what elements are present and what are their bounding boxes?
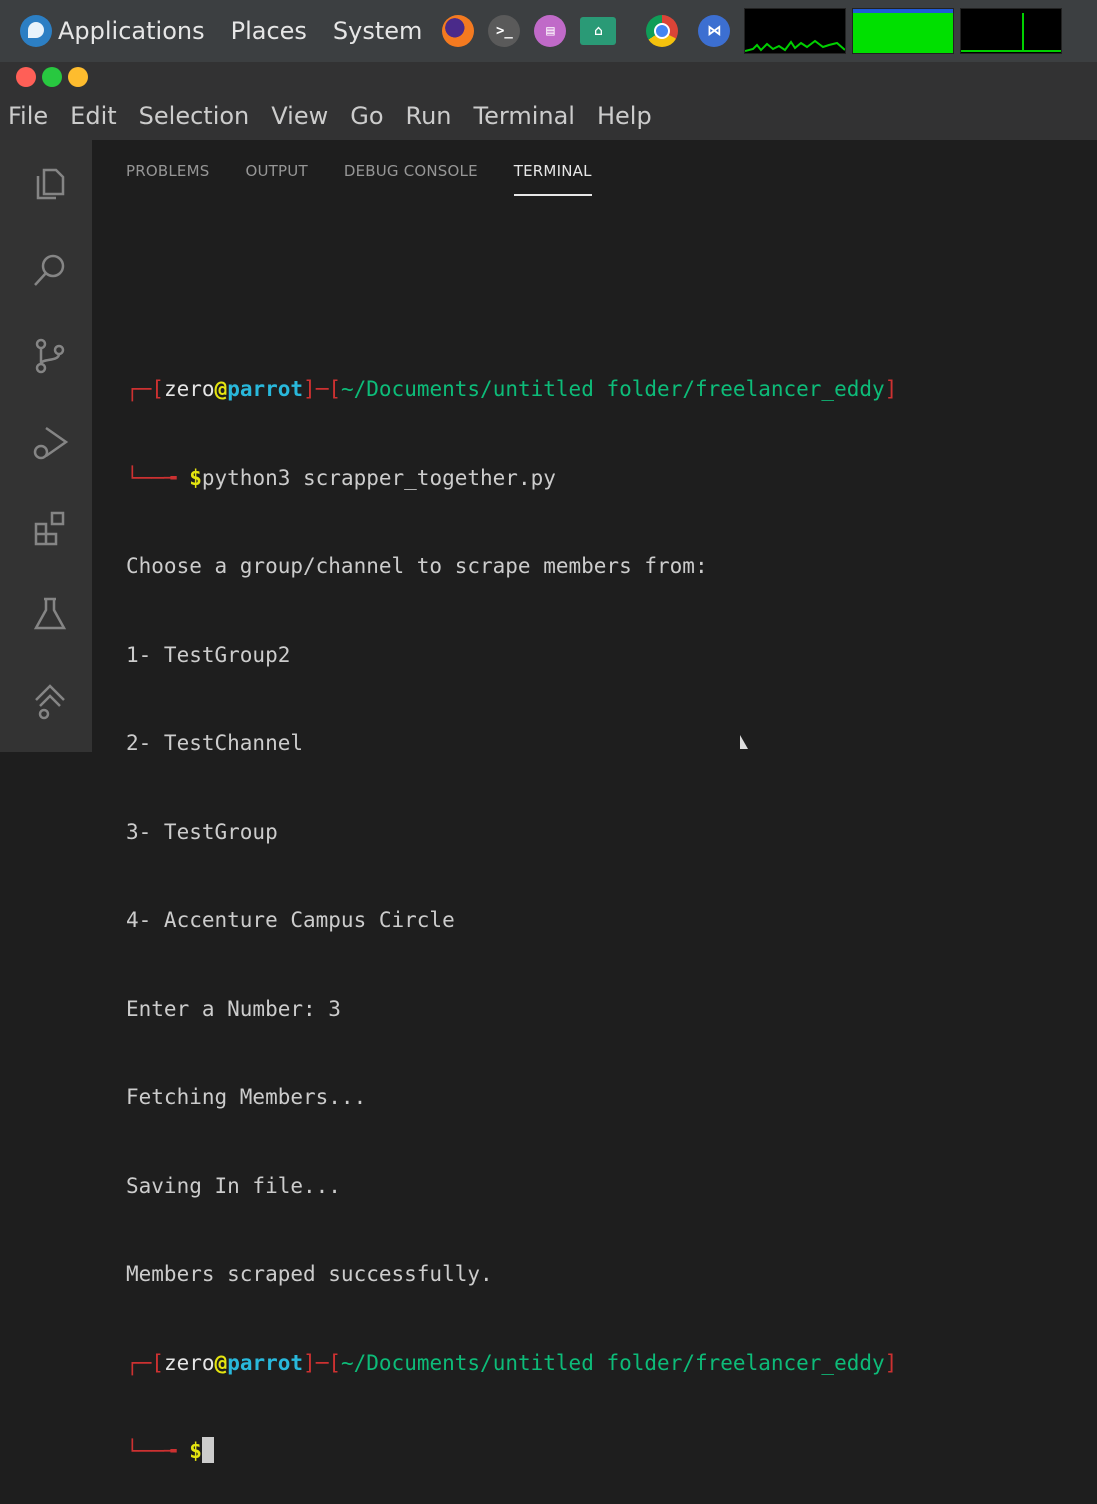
applications-menu[interactable]: Applications — [58, 17, 205, 45]
window-controls — [0, 62, 1097, 92]
cpu-monitor — [744, 8, 847, 54]
prompt-line: ┌─[zero@parrot]─[~/Documents/untitled fo… — [126, 377, 898, 401]
terminal-cursor — [201, 1437, 214, 1463]
vscode-icon[interactable]: ⋈ — [698, 15, 731, 47]
menu-help[interactable]: Help — [586, 102, 663, 130]
explorer-icon[interactable] — [30, 164, 70, 204]
source-control-icon[interactable] — [30, 336, 70, 376]
tab-problems[interactable]: PROBLEMS — [126, 162, 209, 196]
text-editor-icon[interactable]: ▤ — [534, 15, 567, 47]
memory-monitor — [852, 8, 955, 54]
output-line: 1- TestGroup2 — [126, 642, 291, 667]
input-line[interactable]: └──╼ $ — [126, 1437, 1086, 1467]
firefox-icon[interactable] — [442, 15, 475, 47]
menu-go[interactable]: Go — [339, 102, 394, 130]
places-menu[interactable]: Places — [231, 17, 307, 45]
output-line: Saving In file... — [126, 1173, 341, 1198]
cpu-graph — [745, 39, 846, 52]
network-graph — [961, 13, 1062, 52]
prompt-line: ┌─[zero@parrot]─[~/Documents/untitled fo… — [126, 1350, 898, 1375]
terminal-panel: PROBLEMS OUTPUT DEBUG CONSOLE TERMINAL ┌… — [92, 140, 1097, 1463]
files-icon[interactable]: ⌂ — [580, 17, 617, 45]
command-line: └──╼ $python3 scrapper_together.py — [126, 465, 556, 490]
tab-debug-console[interactable]: DEBUG CONSOLE — [344, 162, 478, 196]
extensions-icon[interactable] — [30, 508, 70, 548]
chrome-icon[interactable] — [646, 15, 679, 47]
panel-tabs: PROBLEMS OUTPUT DEBUG CONSOLE TERMINAL — [126, 162, 592, 196]
tab-terminal[interactable]: TERMINAL — [513, 162, 592, 196]
parrot-logo-icon[interactable] — [20, 15, 52, 47]
system-menu[interactable]: System — [333, 17, 423, 45]
output-line: Choose a group/channel to scrape members… — [126, 554, 708, 578]
tab-output[interactable]: OUTPUT — [245, 162, 307, 196]
network-monitor — [960, 8, 1063, 54]
terminal-output[interactable]: ┌─[zero@parrot]─[~/Documents/untitled fo… — [126, 316, 1086, 1504]
remote-explorer-icon[interactable] — [30, 680, 70, 720]
mouse-pointer-icon — [740, 735, 748, 749]
output-line: 2- TestChannel — [126, 731, 304, 755]
maximize-window-button[interactable] — [42, 67, 62, 87]
run-debug-icon[interactable] — [30, 422, 70, 462]
launcher-bar: >_ ▤ ⌂ ⋈ — [442, 15, 731, 47]
search-icon[interactable] — [30, 250, 70, 290]
output-line: Members scraped successfully. — [126, 1262, 493, 1286]
output-line: Enter a Number: 3 — [126, 996, 341, 1021]
menu-selection[interactable]: Selection — [128, 102, 261, 130]
menubar: File Edit Selection View Go Run Terminal… — [0, 92, 1097, 140]
menu-terminal[interactable]: Terminal — [463, 102, 586, 130]
close-window-button[interactable] — [16, 67, 36, 87]
testing-icon[interactable] — [30, 594, 70, 634]
menu-file[interactable]: File — [0, 102, 59, 130]
panel-menus: Applications Places System — [0, 0, 448, 62]
output-line: 3- TestGroup — [126, 819, 278, 844]
minimize-window-button[interactable] — [68, 67, 88, 87]
menu-edit[interactable]: Edit — [59, 102, 127, 130]
terminal-icon[interactable]: >_ — [488, 15, 521, 47]
menu-run[interactable]: Run — [395, 102, 463, 130]
system-top-panel: Applications Places System >_ ▤ ⌂ ⋈ — [0, 0, 1097, 62]
output-line: 4- Accenture Campus Circle — [126, 908, 455, 932]
activity-bar — [0, 140, 92, 752]
output-line: Fetching Members... — [126, 1085, 367, 1109]
menu-view[interactable]: View — [260, 102, 339, 130]
